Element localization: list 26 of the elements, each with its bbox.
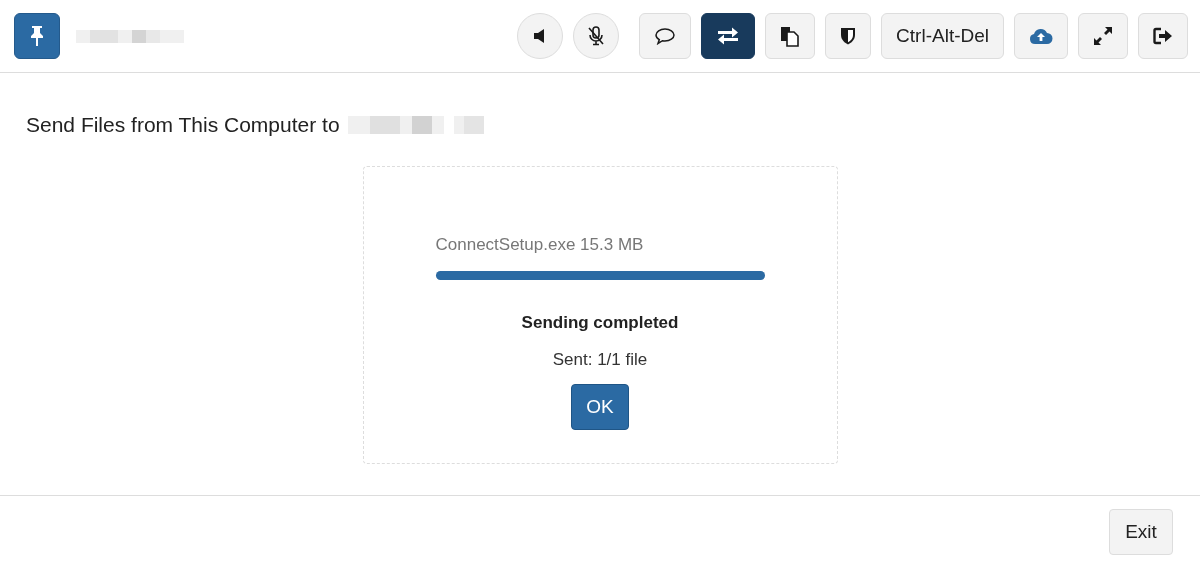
transfer-arrows-icon: [716, 26, 741, 46]
upload-button[interactable]: [1014, 13, 1068, 59]
pushpin-icon: [29, 25, 45, 47]
file-transfer-button[interactable]: [701, 13, 756, 59]
microphone-button[interactable]: [573, 13, 620, 59]
speech-bubble-icon: [654, 27, 677, 45]
file-name: ConnectSetup.exe 15.3 MB: [435, 235, 645, 255]
exit-button[interactable]: Exit: [1109, 509, 1173, 555]
pin-button[interactable]: [14, 13, 60, 59]
status-text: Sending completed: [520, 313, 680, 333]
cloud-upload-icon: [1029, 27, 1053, 45]
fullscreen-button[interactable]: [1078, 13, 1128, 59]
expand-icon: [1093, 26, 1113, 46]
clipboard-button[interactable]: [765, 13, 816, 59]
sent-count: Sent: 1/1 file: [551, 350, 649, 370]
shield-icon: [840, 27, 857, 45]
chat-button[interactable]: [639, 13, 692, 59]
documents-icon: [780, 25, 801, 47]
ctrl-alt-del-button[interactable]: Ctrl-Alt-Del: [881, 13, 1004, 59]
mic-off-icon: [587, 26, 606, 46]
sign-out-icon: [1153, 27, 1173, 45]
sound-button[interactable]: [517, 13, 564, 59]
exit-session-button[interactable]: [1138, 13, 1188, 59]
ok-button[interactable]: OK: [571, 384, 629, 430]
security-button[interactable]: [825, 13, 872, 59]
page-title: Send Files from This Computer to: [26, 113, 340, 137]
